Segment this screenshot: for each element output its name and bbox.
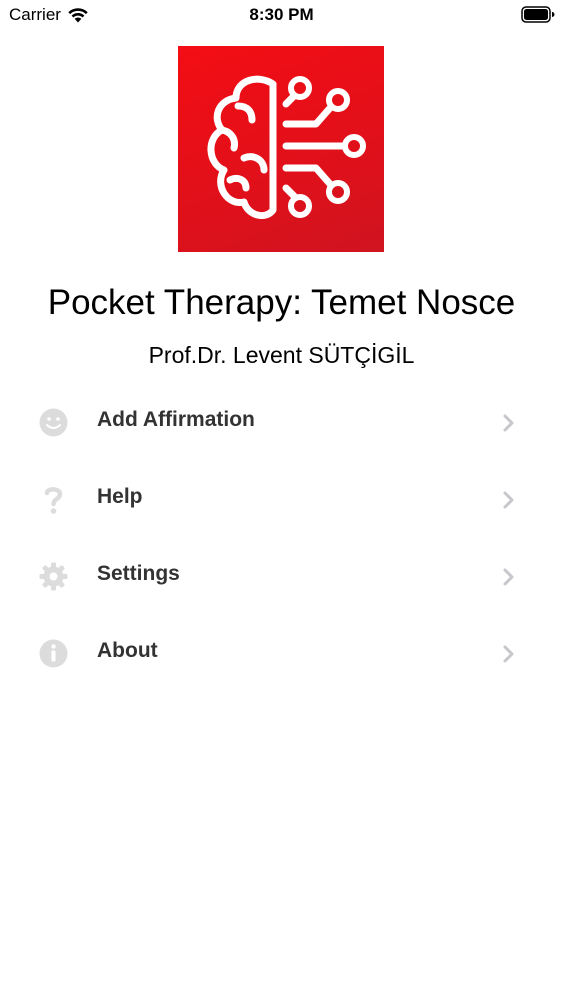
menu-item-label: About (97, 639, 158, 662)
app-logo (178, 46, 384, 252)
chevron-right-icon (503, 568, 514, 586)
chevron-right-icon (503, 414, 514, 432)
menu-item-label: Settings (97, 562, 180, 585)
smiley-icon (39, 408, 68, 437)
chevron-right-icon (503, 645, 514, 663)
main-menu: Add Affirmation Help Settings About (0, 384, 563, 692)
menu-item-about[interactable]: About (0, 615, 563, 692)
question-icon (44, 487, 63, 514)
chevron-right-icon (503, 491, 514, 509)
status-bar: Carrier 8:30 PM (0, 0, 563, 30)
menu-item-label: Help (97, 485, 143, 508)
menu-item-add-affirmation[interactable]: Add Affirmation (0, 384, 563, 461)
gear-icon (39, 562, 68, 591)
battery-icon (521, 6, 555, 23)
brain-circuit-icon (207, 75, 366, 220)
app-author: Prof.Dr. Levent SÜTÇİGİL (148, 342, 415, 368)
menu-item-help[interactable]: Help (0, 461, 563, 538)
info-icon (39, 639, 68, 668)
menu-item-settings[interactable]: Settings (0, 538, 563, 615)
menu-item-label: Add Affirmation (97, 408, 255, 431)
status-time: 8:30 PM (249, 5, 314, 24)
app-title: Pocket Therapy: Temet Nosce (47, 283, 516, 322)
